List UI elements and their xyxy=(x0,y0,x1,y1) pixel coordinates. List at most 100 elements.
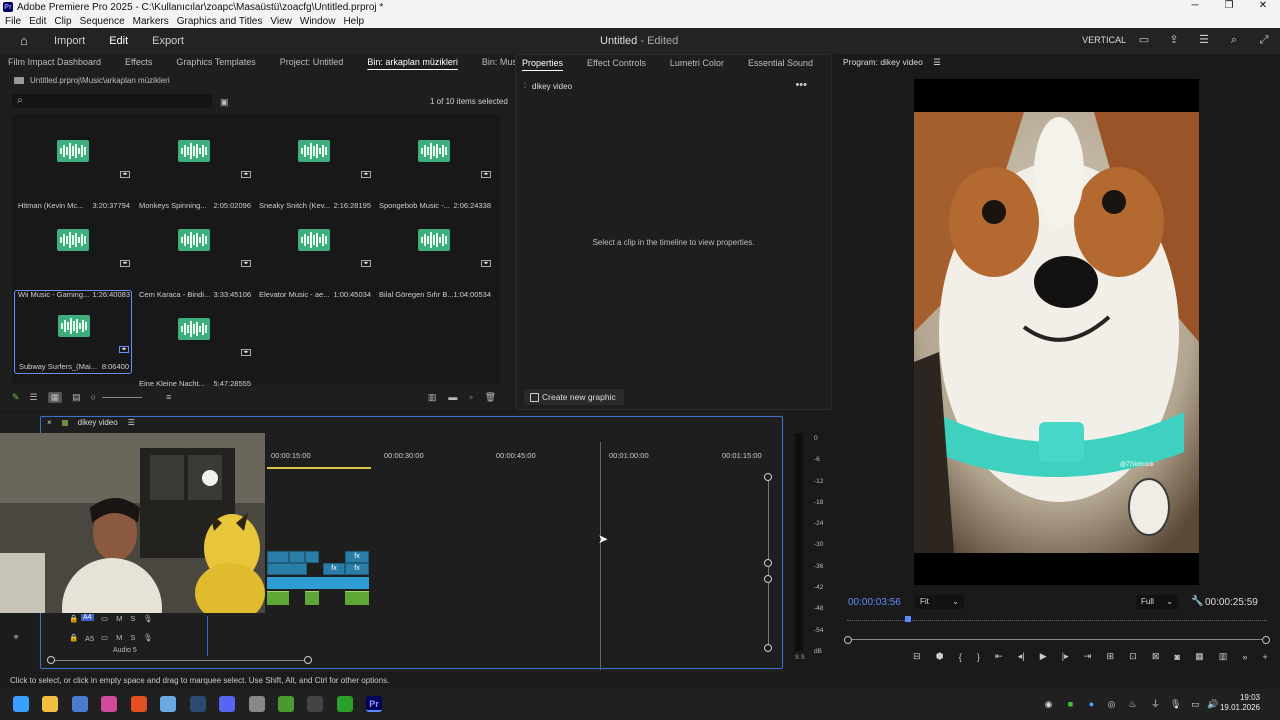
nav-edit[interactable]: Edit xyxy=(109,35,128,47)
video-clip[interactable] xyxy=(267,551,289,563)
workspace-layout-icon[interactable]: ▭ xyxy=(1138,34,1150,46)
minecraft-icon[interactable] xyxy=(278,696,294,712)
sequence-tab[interactable]: × dikey video ☰ xyxy=(47,418,135,427)
playhead-marker[interactable] xyxy=(905,616,911,622)
tray-nvidia-icon[interactable]: ■ xyxy=(1065,699,1076,710)
tray-app-icon[interactable]: ◎ xyxy=(1106,699,1117,710)
xbox-icon[interactable] xyxy=(337,696,353,712)
menu-view[interactable]: View xyxy=(270,16,292,27)
bin-item-selected[interactable]: ◂▸ Subway Surfers_(Mai... 8:06400 xyxy=(14,290,132,374)
bin-item[interactable]: ◂▸ Sneaky Snitch (Kev... 2:16:28195 xyxy=(255,116,373,210)
bin-search-input[interactable]: ⌕ xyxy=(12,94,212,108)
epic-games-icon[interactable] xyxy=(307,696,323,712)
menu-window[interactable]: Window xyxy=(300,16,336,27)
close-icon[interactable]: ✕ xyxy=(1246,0,1280,11)
panel-menu-icon[interactable]: ☰ xyxy=(128,418,135,427)
bin-item[interactable]: ◂▸ Cem Karaca - Bindi... 3:33:45106 xyxy=(135,205,253,299)
fullscreen-icon[interactable]: ⤢ xyxy=(1258,34,1270,46)
close-tab-icon[interactable]: × xyxy=(47,418,52,427)
video-clip[interactable]: fx xyxy=(323,563,345,575)
lock-icon[interactable]: 🔒 xyxy=(69,614,78,623)
instagram-icon[interactable] xyxy=(101,696,117,712)
tray-volume-icon[interactable]: 🔊 xyxy=(1207,699,1218,710)
video-clip[interactable] xyxy=(267,563,307,575)
tab-lumetri-color[interactable]: Lumetri Color xyxy=(670,58,724,68)
home-icon[interactable]: ⌂ xyxy=(20,34,34,47)
go-to-in-icon[interactable]: ⇤ xyxy=(995,651,1003,662)
tray-network-icon[interactable]: ▭ xyxy=(1190,699,1201,710)
tray-edge-icon[interactable]: ● xyxy=(1086,699,1097,710)
step-forward-icon[interactable]: |▸ xyxy=(1062,651,1069,662)
lift-icon[interactable]: ⊟ xyxy=(913,651,921,662)
video-clip[interactable]: fx xyxy=(345,551,369,563)
wrench-icon[interactable]: 🔧 xyxy=(1191,596,1203,607)
scroll-knob[interactable] xyxy=(764,644,772,652)
automate-to-sequence-icon[interactable]: ▥ xyxy=(428,392,437,403)
bin-item[interactable]: ◂▸ Monkeys Spinning... 2:05:02096 xyxy=(135,116,253,210)
step-back-icon[interactable]: ◂| xyxy=(1018,651,1025,662)
sync-icon[interactable]: ▭ xyxy=(101,614,108,623)
nav-export[interactable]: Export xyxy=(152,35,184,47)
playback-resolution-select[interactable]: Full ⌄ xyxy=(1136,595,1178,609)
audio-clip-music[interactable] xyxy=(267,591,289,605)
zoom-fit-select[interactable]: Fit ⌄ xyxy=(915,595,964,609)
github-icon[interactable] xyxy=(249,696,265,712)
tab-essential-sound[interactable]: Essential Sound xyxy=(748,58,813,68)
mark-in-icon[interactable]: { xyxy=(959,652,962,662)
add-button-icon[interactable]: + xyxy=(1263,652,1268,662)
workspace-label[interactable]: VERTICAL xyxy=(1082,35,1126,45)
go-to-out-icon[interactable]: ⇥ xyxy=(1084,651,1092,662)
trim-icon[interactable]: ⊠ xyxy=(1152,651,1160,662)
work-area-bar[interactable] xyxy=(267,467,371,469)
tab-effect-controls[interactable]: Effect Controls xyxy=(587,58,646,68)
menu-clip[interactable]: Clip xyxy=(54,16,71,27)
search-icon[interactable]: ⌕ xyxy=(1228,34,1240,46)
voiceover-mic-icon[interactable]: 🎙 xyxy=(143,633,153,642)
bin-item[interactable]: ◂▸ Eine Kleine Nacht... 5:47:28555 xyxy=(135,294,253,388)
zoom-slider-knob[interactable]: ○ xyxy=(91,392,96,402)
monitor-scrub-bar[interactable] xyxy=(844,636,1270,644)
discord-icon[interactable] xyxy=(219,696,235,712)
export-frame-icon[interactable]: ◙ xyxy=(1175,652,1180,662)
overwrite-icon[interactable]: ⊡ xyxy=(1129,651,1137,662)
sync-icon[interactable]: ▭ xyxy=(101,633,108,642)
premiere-taskbar-icon[interactable]: Pr xyxy=(366,696,382,712)
trash-icon[interactable]: 🗑 xyxy=(485,392,496,403)
type-tool-icon[interactable]: ⌖ xyxy=(9,630,23,644)
tab-film-impact[interactable]: Film Impact Dashboard xyxy=(8,57,101,67)
tab-effects[interactable]: Effects xyxy=(125,57,152,67)
tray-usb-icon[interactable]: ⏚ xyxy=(1150,699,1161,710)
video-clip[interactable]: fx xyxy=(345,563,369,575)
nav-import[interactable]: Import xyxy=(54,35,85,47)
tab-graphics-templates[interactable]: Graphics Templates xyxy=(176,57,255,67)
video-clip[interactable] xyxy=(305,551,319,563)
current-timecode[interactable]: 00:00:03:56 xyxy=(848,597,901,608)
list-view-icon[interactable]: ☰ xyxy=(30,392,38,403)
solo-toggle[interactable]: S xyxy=(130,633,135,642)
solo-toggle[interactable]: S xyxy=(130,614,135,623)
widgets-icon[interactable] xyxy=(72,696,88,712)
tab-project[interactable]: Project: Untitled xyxy=(280,57,344,67)
menu-edit[interactable]: Edit xyxy=(29,16,46,27)
track-a5-label[interactable]: A5 xyxy=(85,634,94,643)
new-bin-icon[interactable]: ▬ xyxy=(448,392,457,403)
comparison-view-icon[interactable]: ▥ xyxy=(1219,651,1228,662)
panel-menu-icon[interactable]: ☰ xyxy=(933,57,941,67)
bin-item[interactable]: ◂▸ Bilal Göregen Sıfır B... 1:04:00534 xyxy=(375,205,493,299)
menu-lines-icon[interactable]: ☰ xyxy=(1198,34,1210,46)
track-a4-label[interactable]: A4 xyxy=(81,614,94,621)
zoom-slider[interactable] xyxy=(102,396,143,398)
voiceover-mic-icon[interactable]: 🎙 xyxy=(143,614,153,623)
menu-graphics-titles[interactable]: Graphics and Titles xyxy=(177,16,263,27)
app-icon[interactable] xyxy=(160,696,176,712)
mark-out-icon[interactable]: } xyxy=(977,652,980,662)
tab-bin-arkaplan[interactable]: Bin: arkaplan müzikleri xyxy=(367,57,458,67)
scroll-knob[interactable] xyxy=(764,559,772,567)
brave-icon[interactable] xyxy=(131,696,147,712)
new-search-bin-icon[interactable]: ▣ xyxy=(220,97,229,108)
mute-toggle[interactable]: M xyxy=(116,614,122,623)
tab-properties[interactable]: Properties xyxy=(522,58,563,68)
bin-item[interactable]: ◂▸ Wii Music - Gaming... 1:26:40083 xyxy=(14,205,132,299)
video-frame[interactable]: @77richrock xyxy=(914,79,1199,585)
bin-item[interactable]: ◂▸ Hitman (Kevin Mc... 3:20:37794 xyxy=(14,116,132,210)
